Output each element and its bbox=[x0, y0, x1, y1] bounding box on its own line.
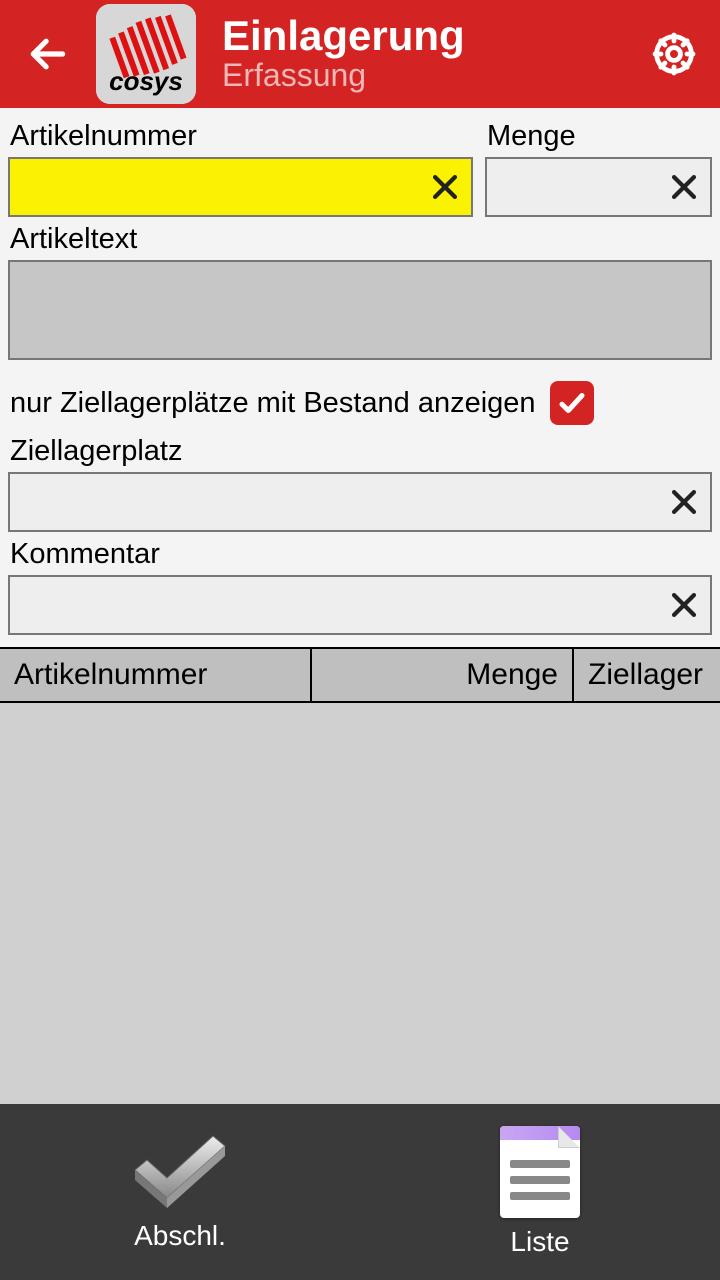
table-body[interactable] bbox=[0, 703, 720, 1104]
liste-button[interactable]: Liste bbox=[360, 1104, 720, 1280]
liste-label: Liste bbox=[510, 1226, 569, 1258]
label-artikelnummer: Artikelnummer bbox=[10, 120, 471, 153]
page-subtitle: Erfassung bbox=[222, 58, 628, 93]
ziellagerplatz-input[interactable] bbox=[8, 472, 712, 532]
clear-kommentar-button[interactable] bbox=[662, 583, 706, 627]
close-icon bbox=[667, 170, 701, 204]
th-artikelnummer[interactable]: Artikelnummer bbox=[0, 649, 310, 701]
clear-ziellagerplatz-button[interactable] bbox=[662, 480, 706, 524]
ziellager-filter-checkbox[interactable] bbox=[550, 381, 594, 425]
abschl-label: Abschl. bbox=[134, 1220, 226, 1252]
label-kommentar: Kommentar bbox=[10, 538, 710, 571]
close-icon bbox=[667, 485, 701, 519]
clear-menge-button[interactable] bbox=[662, 165, 706, 209]
cosys-logo-icon: cosys bbox=[96, 4, 196, 104]
app-logo: cosys bbox=[96, 4, 196, 104]
bottom-bar: Abschl. Liste bbox=[0, 1104, 720, 1280]
label-menge: Menge bbox=[487, 120, 710, 153]
list-document-icon bbox=[500, 1126, 580, 1218]
table-header: Artikelnummer Menge Ziellager bbox=[0, 647, 720, 703]
label-artikeltext: Artikeltext bbox=[10, 223, 710, 256]
close-icon bbox=[428, 170, 462, 204]
kommentar-input[interactable] bbox=[8, 575, 712, 635]
back-button[interactable] bbox=[18, 24, 78, 84]
close-icon bbox=[667, 588, 701, 622]
checkmark-3d-icon bbox=[125, 1132, 235, 1212]
label-ziellager-filter: nur Ziellagerplätze mit Bestand anzeigen bbox=[10, 387, 536, 420]
th-menge[interactable]: Menge bbox=[310, 649, 572, 701]
abschl-button[interactable]: Abschl. bbox=[0, 1104, 360, 1280]
page-title: Einlagerung bbox=[222, 14, 628, 58]
check-icon bbox=[557, 388, 587, 418]
svg-text:cosys: cosys bbox=[109, 66, 183, 96]
th-ziellager[interactable]: Ziellager bbox=[572, 649, 720, 701]
header-titles: Einlagerung Erfassung bbox=[222, 14, 628, 93]
label-ziellagerplatz: Ziellagerplatz bbox=[10, 435, 710, 468]
settings-button[interactable] bbox=[646, 26, 702, 82]
artikelnummer-input[interactable] bbox=[8, 157, 473, 217]
app-root: cosys Einlagerung Erfassung Artikelnumme… bbox=[0, 0, 720, 1280]
artikeltext-display bbox=[8, 260, 712, 360]
form-area: Artikelnummer Menge Artikeltext bbox=[0, 108, 720, 647]
app-header: cosys Einlagerung Erfassung bbox=[0, 0, 720, 108]
arrow-left-icon bbox=[26, 32, 70, 76]
gear-icon bbox=[650, 30, 698, 78]
clear-artikelnummer-button[interactable] bbox=[423, 165, 467, 209]
